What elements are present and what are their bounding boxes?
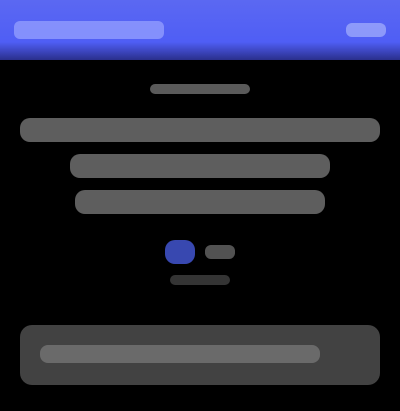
section-subtitle: [150, 84, 250, 94]
cta-label[interactable]: [205, 245, 235, 259]
cta-caption: [170, 275, 230, 285]
hero-line-1: [20, 118, 380, 142]
hero-heading: [20, 118, 380, 214]
hero-line-3: [75, 190, 325, 214]
menu-icon[interactable]: [346, 23, 386, 37]
brand-logo[interactable]: [14, 21, 164, 39]
cta-row[interactable]: [150, 240, 250, 264]
bottom-card-text: [40, 345, 320, 363]
play-icon[interactable]: [165, 240, 195, 264]
top-bar: [0, 0, 400, 60]
app-page: [0, 0, 400, 411]
hero-line-2: [70, 154, 330, 178]
